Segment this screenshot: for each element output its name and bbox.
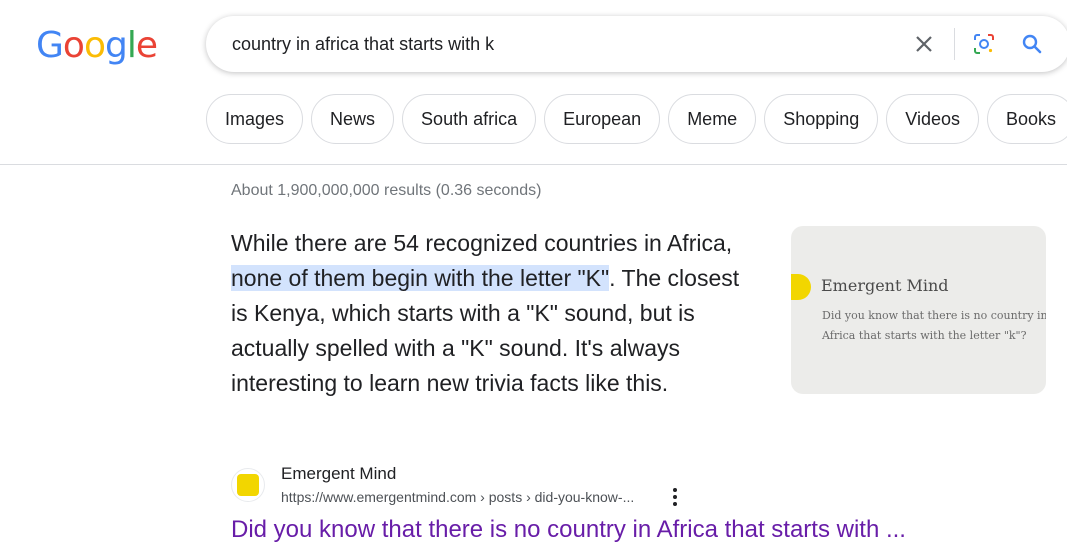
google-lens-icon[interactable]: [972, 32, 996, 56]
snippet-thumbnail[interactable]: Emergent Mind Did you know that there is…: [791, 226, 1046, 394]
thumbnail-caption-line2: Africa that starts with the letter "k"?: [822, 329, 1027, 342]
snippet-text-before: While there are 54 recognized countries …: [231, 230, 733, 256]
chip-shopping[interactable]: Shopping: [764, 94, 879, 144]
header-divider: [0, 164, 1067, 165]
result-stats: About 1,900,000,000 results (0.36 second…: [231, 182, 542, 199]
chip-videos[interactable]: Videos: [886, 94, 979, 144]
chip-south-africa[interactable]: South africa: [402, 94, 537, 144]
search-icon[interactable]: [1020, 32, 1044, 56]
google-logo[interactable]: Google: [36, 24, 158, 68]
more-options-icon[interactable]: [670, 486, 680, 508]
thumbnail-caption: Did you know that there is no country in…: [822, 306, 1046, 346]
source-url[interactable]: https://www.emergentmind.com › posts › d…: [281, 489, 634, 505]
filter-chips: Images News South africa European Meme Shoppi…: [206, 94, 1067, 144]
clear-icon[interactable]: [912, 32, 936, 56]
chip-books[interactable]: Books: [987, 94, 1067, 144]
site-favicon-icon[interactable]: [231, 468, 265, 502]
search-divider: [954, 28, 955, 60]
chip-images[interactable]: Images: [206, 94, 304, 144]
search-box[interactable]: country in africa that starts with k: [206, 16, 1067, 72]
lightbulb-icon: [791, 274, 811, 300]
thumbnail-caption-line1: Did you know that there is no country in: [822, 309, 1046, 322]
featured-snippet-text: While there are 54 recognized countries …: [231, 226, 761, 401]
thumbnail-brand: Emergent Mind: [821, 276, 949, 295]
search-input[interactable]: country in africa that starts with k: [232, 34, 494, 55]
result-title-link[interactable]: Did you know that there is no country in…: [231, 516, 906, 544]
chip-european[interactable]: European: [544, 94, 661, 144]
chip-meme[interactable]: Meme: [668, 94, 757, 144]
chip-news[interactable]: News: [311, 94, 395, 144]
snippet-highlight: none of them begin with the letter "K": [231, 265, 610, 291]
source-name[interactable]: Emergent Mind: [281, 464, 396, 484]
